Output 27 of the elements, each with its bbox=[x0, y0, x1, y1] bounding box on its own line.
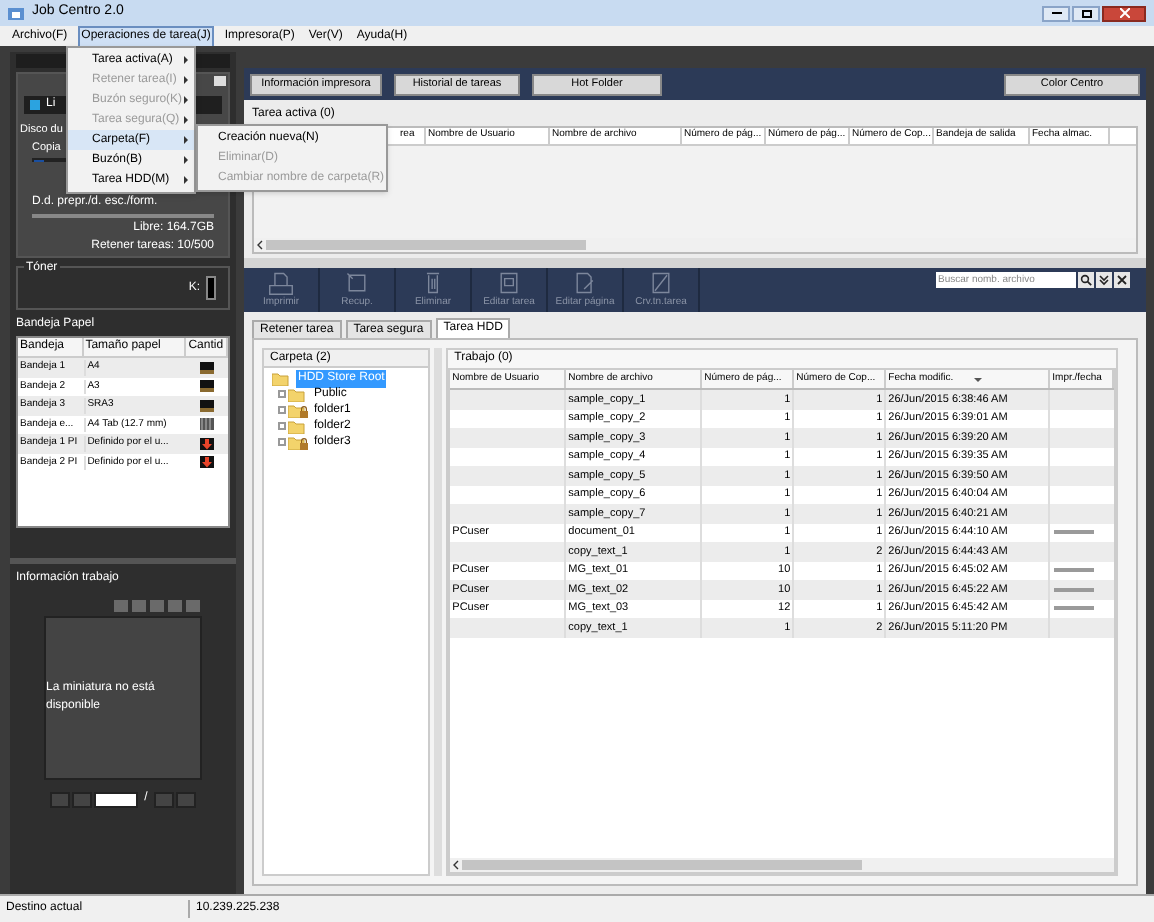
scroll-left-icon[interactable] bbox=[256, 240, 264, 250]
next-page-button[interactable] bbox=[153, 791, 174, 807]
maximize-button[interactable] bbox=[1072, 5, 1100, 21]
first-page-button[interactable] bbox=[50, 791, 71, 807]
double-chevron-icon bbox=[1098, 274, 1110, 286]
page-icon bbox=[496, 269, 522, 296]
expand-button[interactable] bbox=[1096, 272, 1112, 288]
document-icon bbox=[268, 269, 294, 296]
app-icon bbox=[8, 5, 24, 21]
horizontal-scrollbar[interactable] bbox=[450, 858, 1115, 872]
search-icon bbox=[1080, 274, 1092, 286]
scroll-left-icon[interactable] bbox=[452, 860, 461, 870]
page-field[interactable] bbox=[94, 791, 139, 807]
status-icon bbox=[30, 100, 40, 110]
search-button[interactable] bbox=[1078, 272, 1094, 288]
close-icon bbox=[1119, 8, 1129, 18]
close-button[interactable] bbox=[1102, 5, 1146, 21]
close-icon bbox=[1116, 274, 1128, 286]
input-field[interactable] bbox=[32, 213, 214, 218]
previous-page-button[interactable] bbox=[72, 791, 93, 807]
minimize-button[interactable] bbox=[1042, 5, 1070, 21]
box-icon bbox=[344, 269, 370, 296]
pencil-page-icon bbox=[572, 269, 598, 296]
slash-page-icon bbox=[648, 269, 674, 296]
last-page-button[interactable] bbox=[175, 791, 196, 807]
close-button[interactable] bbox=[1114, 272, 1130, 288]
toner-meter bbox=[206, 276, 216, 300]
